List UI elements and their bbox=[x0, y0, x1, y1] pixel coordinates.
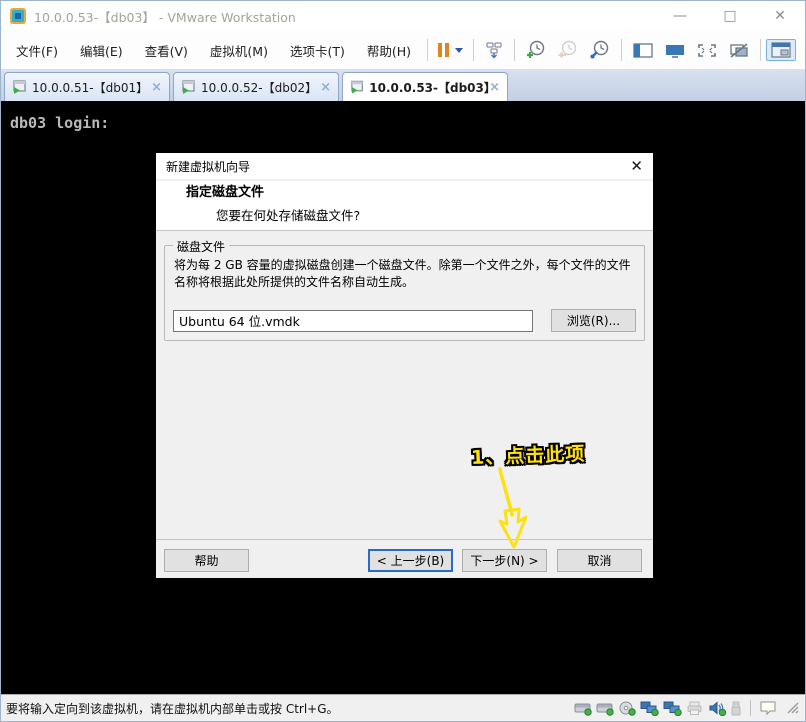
network-adapter-icon[interactable] bbox=[640, 701, 660, 716]
dialog-title: 新建虚拟机向导 bbox=[166, 158, 250, 175]
take-snapshot-button[interactable] bbox=[520, 37, 552, 63]
annotation-arrow-icon bbox=[486, 467, 546, 551]
unity-mode-button[interactable] bbox=[723, 39, 755, 62]
dialog-close-icon[interactable]: ✕ bbox=[630, 159, 643, 174]
back-button[interactable]: < 上一步(B) bbox=[368, 549, 453, 572]
fullscreen-button[interactable] bbox=[691, 39, 723, 62]
vmware-logo-icon bbox=[10, 8, 26, 24]
wizard-heading: 指定磁盘文件 bbox=[186, 181, 653, 200]
menu-item-tabs[interactable]: 选项卡(T) bbox=[279, 36, 356, 65]
tab-label: 10.0.0.52-【db02】 bbox=[201, 79, 317, 96]
tab-close-icon[interactable]: × bbox=[489, 80, 500, 95]
titlebar: 10.0.0.53-【db03】 - VMware Workstation — … bbox=[1, 1, 805, 31]
console-view-icon bbox=[664, 42, 686, 59]
tabbar: 10.0.0.51-【db01】 × 10.0.0.52-【db02】 × 10… bbox=[1, 69, 805, 101]
console-login-prompt: db03 login: bbox=[10, 114, 109, 132]
tab-label: 10.0.0.53-【db03】 bbox=[369, 79, 489, 96]
browse-button[interactable]: 浏览(R)... bbox=[551, 309, 636, 332]
show-library-icon bbox=[632, 42, 654, 59]
tab-label: 10.0.0.51-【db01】 bbox=[32, 79, 148, 96]
revert-snapshot-button[interactable] bbox=[552, 37, 584, 63]
library-panel-toggle-icon bbox=[771, 42, 791, 58]
disk-file-description: 将为每 2 GB 容量的虚拟磁盘创建一个磁盘文件。除第一个文件之外，每个文件的文… bbox=[165, 246, 644, 292]
revert-snapshot-icon bbox=[557, 40, 579, 60]
statusbar-separator bbox=[750, 700, 751, 716]
printer-icon[interactable] bbox=[686, 701, 705, 716]
new-vm-wizard-dialog: 新建虚拟机向导 ✕ 指定磁盘文件 您要在何处存储磁盘文件? 磁盘文件 将为每 2… bbox=[156, 153, 653, 576]
manage-snapshots-button[interactable] bbox=[584, 37, 616, 63]
minimize-button[interactable]: — bbox=[655, 1, 705, 31]
toolbar-separator bbox=[427, 39, 428, 61]
pause-vm-button[interactable] bbox=[433, 40, 468, 60]
sound-icon[interactable] bbox=[708, 701, 727, 716]
menu-item-file[interactable]: 文件(F) bbox=[5, 36, 69, 65]
maximize-button[interactable]: □ bbox=[705, 1, 755, 31]
disk-file-groupbox: 磁盘文件 将为每 2 GB 容量的虚拟磁盘创建一个磁盘文件。除第一个文件之外，每… bbox=[164, 245, 645, 341]
unity-mode-icon bbox=[728, 42, 750, 59]
menubar: 文件(F) 编辑(E) 查看(V) 虚拟机(M) 选项卡(T) 帮助(H) bbox=[1, 31, 805, 69]
dialog-titlebar: 新建虚拟机向导 ✕ bbox=[156, 153, 653, 179]
hard-disk-2-icon[interactable] bbox=[596, 701, 615, 716]
status-message: 要将输入定向到该虚拟机，请在虚拟机内部单击或按 Ctrl+G。 bbox=[6, 700, 339, 717]
network-adapter-2-icon[interactable] bbox=[663, 701, 683, 716]
toolbar-separator bbox=[473, 39, 474, 61]
manage-snapshots-icon bbox=[589, 40, 611, 60]
fullscreen-icon bbox=[696, 42, 718, 59]
vm-tab-icon bbox=[12, 80, 26, 94]
tab-close-icon[interactable]: × bbox=[151, 80, 162, 95]
resize-grip-icon[interactable] bbox=[786, 701, 800, 715]
dialog-header: 指定磁盘文件 您要在何处存储磁盘文件? bbox=[156, 181, 653, 231]
dropdown-caret-icon bbox=[455, 48, 463, 53]
vm-tab-icon bbox=[181, 80, 195, 94]
toolbar-separator bbox=[621, 39, 622, 61]
help-button[interactable]: 帮助 bbox=[164, 549, 249, 572]
cancel-button[interactable]: 取消 bbox=[557, 549, 642, 572]
close-button[interactable]: ✕ bbox=[755, 1, 805, 31]
tab-db01[interactable]: 10.0.0.51-【db01】 × bbox=[4, 72, 170, 101]
menu-item-vm[interactable]: 虚拟机(M) bbox=[199, 36, 279, 65]
library-panel-toggle-button[interactable] bbox=[766, 39, 796, 61]
next-button[interactable]: 下一步(N) > bbox=[462, 549, 547, 572]
show-library-button[interactable] bbox=[627, 39, 659, 62]
dialog-body: 磁盘文件 将为每 2 GB 容量的虚拟磁盘创建一个磁盘文件。除第一个文件之外，每… bbox=[156, 231, 653, 578]
wizard-subheading: 您要在何处存储磁盘文件? bbox=[216, 205, 653, 224]
tab-db03[interactable]: 10.0.0.53-【db03】 × bbox=[342, 72, 508, 101]
message-note-icon[interactable] bbox=[759, 700, 777, 716]
menu-item-edit[interactable]: 编辑(E) bbox=[69, 36, 134, 65]
pause-icon bbox=[438, 43, 449, 57]
vm-tab-icon bbox=[350, 80, 363, 94]
toolbar-separator bbox=[760, 39, 761, 61]
cdrom-icon[interactable] bbox=[618, 701, 637, 716]
tab-close-icon[interactable]: × bbox=[320, 80, 331, 95]
take-snapshot-icon bbox=[525, 40, 547, 60]
dialog-button-separator bbox=[156, 539, 653, 540]
groupbox-label: 磁盘文件 bbox=[173, 238, 229, 255]
send-ctrl-alt-del-icon bbox=[484, 41, 504, 59]
disk-filename-input[interactable] bbox=[173, 310, 533, 332]
console-view-button[interactable] bbox=[659, 39, 691, 62]
send-ctrl-alt-del-button[interactable] bbox=[479, 38, 509, 62]
tab-db02[interactable]: 10.0.0.52-【db02】 × bbox=[173, 72, 339, 101]
hard-disk-icon[interactable] bbox=[574, 701, 593, 716]
statusbar: 要将输入定向到该虚拟机，请在虚拟机内部单击或按 Ctrl+G。 bbox=[1, 694, 805, 721]
vmware-window: 10.0.0.53-【db03】 - VMware Workstation — … bbox=[0, 0, 806, 722]
usb-icon[interactable] bbox=[730, 701, 742, 716]
menu-item-view[interactable]: 查看(V) bbox=[134, 36, 199, 65]
window-title: 10.0.0.53-【db03】 - VMware Workstation bbox=[34, 7, 296, 26]
menu-item-help[interactable]: 帮助(H) bbox=[356, 36, 422, 65]
toolbar-separator bbox=[514, 39, 515, 61]
annotation-step-text: 1、点击此项 bbox=[471, 439, 586, 470]
